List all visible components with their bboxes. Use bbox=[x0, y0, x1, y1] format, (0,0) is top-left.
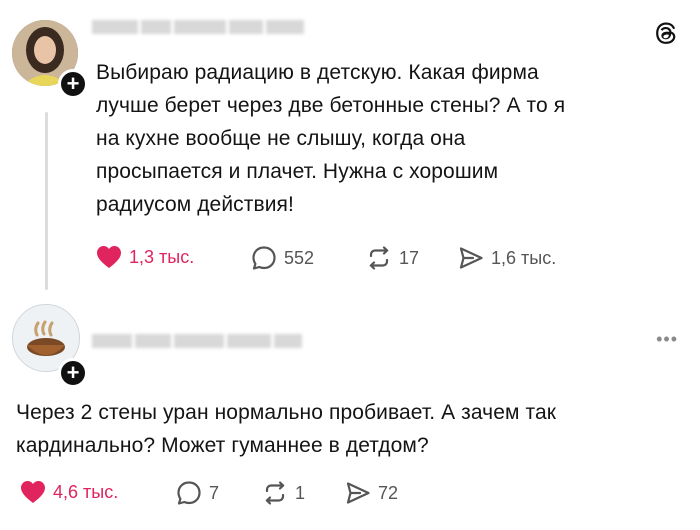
like-button[interactable]: 1,3 тыс. bbox=[96, 245, 194, 269]
reply-count: 552 bbox=[284, 247, 315, 268]
post-text: Через 2 стены уран нормально пробивает. … bbox=[16, 396, 676, 462]
speech-bubble-icon bbox=[177, 481, 201, 505]
share-button[interactable]: 1,6 тыс. bbox=[458, 245, 556, 271]
post-text-line: на кухне вообще не слышу, когда она bbox=[96, 127, 466, 150]
send-icon bbox=[459, 247, 483, 269]
post-2: + ••• Через 2 стены уран нормально проби… bbox=[0, 290, 700, 530]
more-dots-icon[interactable]: ••• bbox=[656, 329, 678, 350]
heart-icon bbox=[21, 481, 45, 503]
speech-bubble-icon bbox=[252, 246, 276, 270]
like-button[interactable]: 4,6 тыс. bbox=[20, 480, 118, 504]
post-text-line: Через 2 стены уран нормально пробивает. … bbox=[16, 401, 557, 424]
author-name-blurred[interactable] bbox=[92, 330, 305, 352]
reply-button[interactable]: 552 bbox=[251, 245, 314, 271]
repost-button[interactable]: 1 bbox=[262, 480, 305, 506]
post-text: Выбираю радиацию в детскую. Какая фирма … bbox=[96, 56, 656, 221]
like-count: 4,6 тыс. bbox=[53, 481, 119, 502]
follow-plus-icon[interactable]: + bbox=[58, 69, 88, 99]
thread-connector-line bbox=[45, 112, 48, 290]
post-text-line: просыпается и плачет. Нужна с хорошим bbox=[96, 160, 499, 183]
post-text-line: кардинально? Может гуманнее в детдом? bbox=[16, 434, 429, 457]
post-text-line: лучше берет через две бетонные стены? А … bbox=[96, 94, 566, 117]
like-count: 1,3 тыс. bbox=[129, 246, 195, 267]
repost-icon bbox=[265, 481, 285, 505]
post-text-line: радиусом действия! bbox=[96, 193, 294, 216]
heart-icon bbox=[97, 246, 121, 268]
share-count: 1,6 тыс. bbox=[491, 247, 557, 268]
send-icon bbox=[346, 482, 370, 504]
repost-icon bbox=[369, 246, 389, 270]
share-count: 72 bbox=[378, 482, 399, 503]
reply-button[interactable]: 7 bbox=[176, 480, 219, 506]
share-button[interactable]: 72 bbox=[345, 480, 398, 506]
repost-count: 1 bbox=[295, 482, 306, 503]
post-1: + Выбираю радиацию в детскую. Какая фирм… bbox=[0, 0, 700, 290]
reply-count: 7 bbox=[209, 482, 220, 503]
author-name-blurred[interactable] bbox=[92, 16, 307, 38]
repost-count: 17 bbox=[399, 247, 420, 268]
post-text-line: Выбираю радиацию в детскую. Какая фирма bbox=[96, 61, 539, 84]
follow-plus-icon[interactable]: + bbox=[58, 358, 88, 388]
repost-button[interactable]: 17 bbox=[366, 245, 419, 271]
